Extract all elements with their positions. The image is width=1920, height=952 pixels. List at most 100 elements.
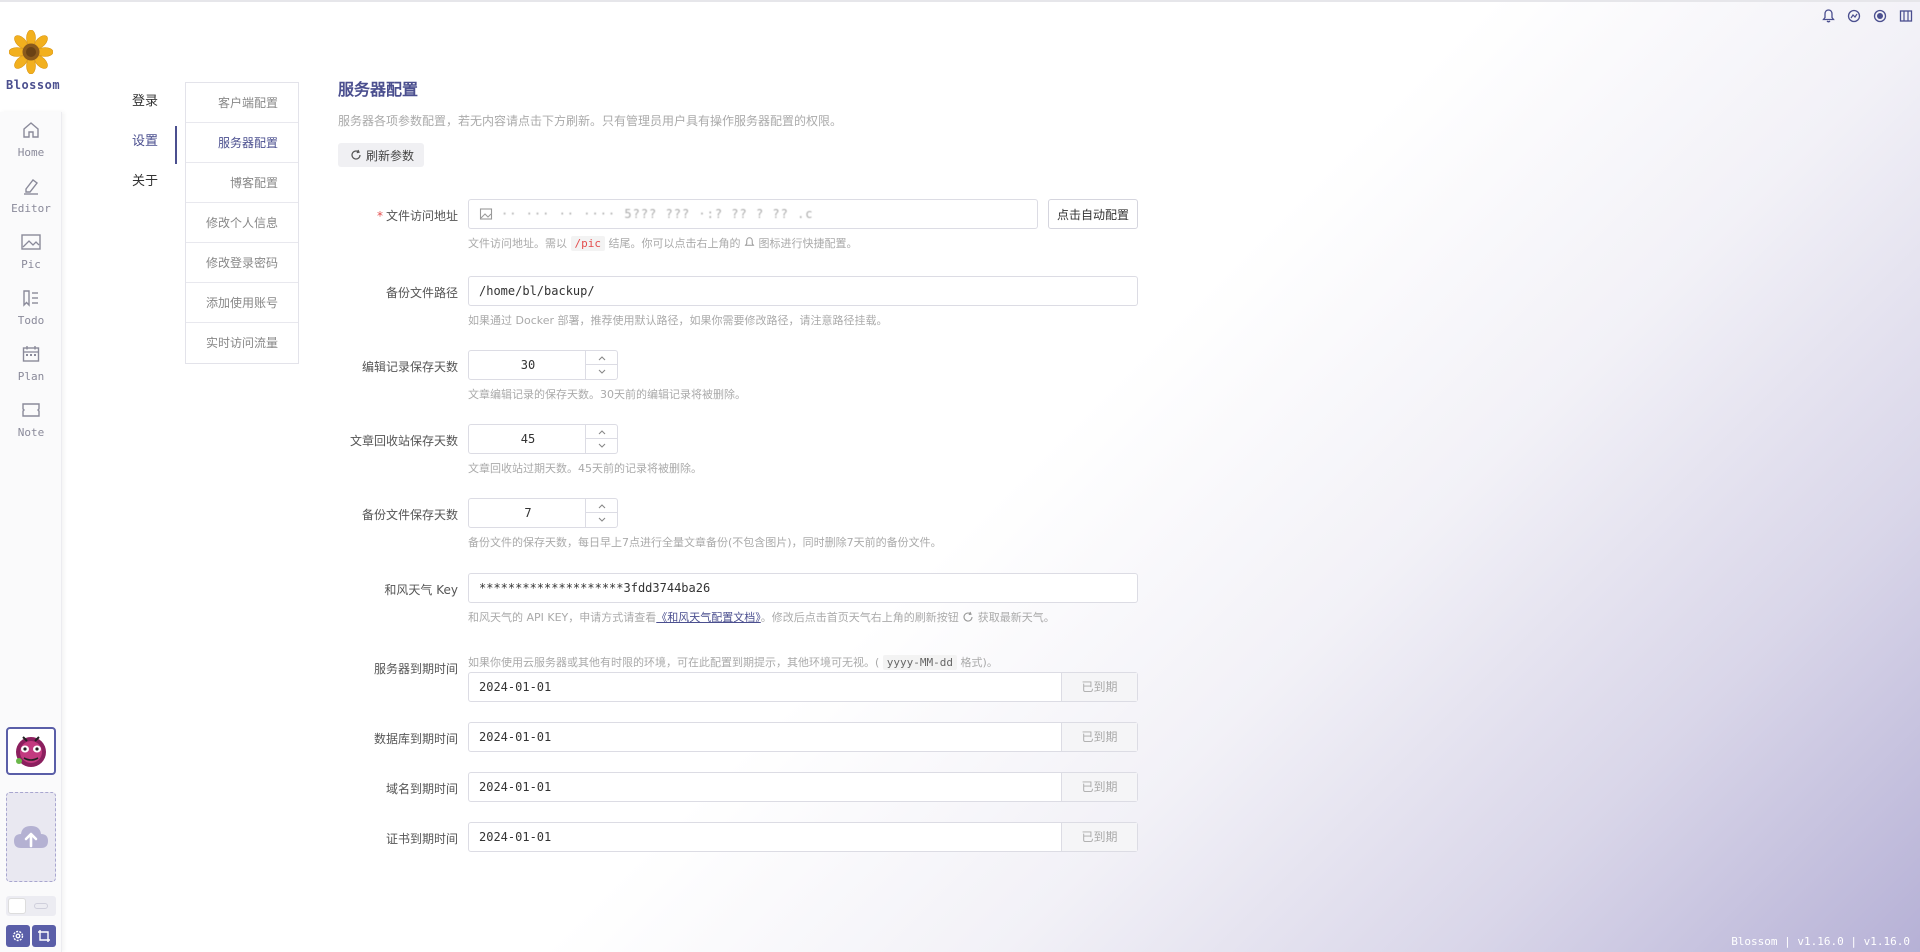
cert-expire-label: 证书到期时间 — [385, 832, 458, 846]
chevron-up-icon — [598, 355, 605, 360]
server-expire-value: 2024-01-01 — [479, 680, 552, 694]
auto-config-button[interactable]: 点击自动配置 — [1048, 199, 1138, 229]
todo-icon — [23, 290, 38, 307]
file-url-input[interactable]: ·· ··· ·· ···· 5??? ??? ·:? ?? ? ?? .c — [468, 199, 1038, 229]
crop-icon — [38, 930, 50, 942]
weather-doc-link[interactable]: 《和风天气配置文档》 — [656, 611, 761, 624]
refresh-button[interactable]: 刷新参数 — [338, 143, 425, 167]
sub-menu-client-config[interactable]: 客户端配置 — [186, 83, 298, 123]
dock-item-label: Pic — [21, 258, 41, 271]
page-description: 服务器各项参数配置，若无内容请点击下方刷新。只有管理员用户具有操作服务器配置的权… — [338, 114, 843, 128]
backup-days-label: 备份文件保存天数 — [361, 508, 458, 522]
domain-expire-status: 已到期 — [1061, 773, 1137, 801]
note-icon — [22, 403, 40, 417]
server-expire-input[interactable]: 2024-01-01 已到期 — [468, 672, 1138, 702]
chevron-up-icon — [598, 503, 605, 508]
date-format-code: yyyy-MM-dd — [882, 655, 958, 670]
sub-menu-profile[interactable]: 修改个人信息 — [186, 203, 298, 243]
edit-days-stepper[interactable]: 30 — [468, 350, 618, 380]
backup-path-help: 如果通过 Docker 部署，推荐使用默认路径，如果你需要修改路径，请注意路径挂… — [468, 314, 888, 327]
dock-item-home[interactable]: Home — [0, 120, 62, 159]
sub-menu-server-config[interactable]: 服务器配置 — [186, 123, 298, 163]
dock-item-plan[interactable]: Plan — [0, 344, 62, 383]
record-icon[interactable] — [1872, 8, 1888, 24]
dock-item-todo[interactable]: Todo — [0, 288, 62, 327]
file-url-value: ·· ··· ·· ···· 5??? ??? ·:? ?? ? ?? .c — [501, 207, 814, 221]
sub-menu-traffic[interactable]: 实时访问流量 — [186, 323, 298, 363]
sub-menu-password[interactable]: 修改登录密码 — [186, 243, 298, 283]
help-icon[interactable] — [1846, 8, 1862, 24]
cert-expire-status: 已到期 — [1061, 823, 1137, 851]
dock-item-pic[interactable]: Pic — [0, 232, 62, 271]
home-icon — [23, 122, 39, 138]
stepper-up-button[interactable] — [585, 425, 617, 439]
stepper-down-button[interactable] — [585, 439, 617, 453]
main-menu-login[interactable]: 登录 — [108, 82, 176, 122]
dock-item-label: Editor — [11, 202, 51, 215]
dock-item-label: Plan — [17, 370, 45, 383]
domain-expire-input[interactable]: 2024-01-01 已到期 — [468, 772, 1138, 802]
app-logo[interactable]: Blossom — [6, 29, 61, 92]
cert-expire-value: 2024-01-01 — [479, 830, 552, 844]
weather-key-label: 和风天气 Key — [384, 583, 458, 597]
weather-key-input[interactable]: ********************3fdd3744ba26 — [468, 573, 1138, 603]
theme-switch[interactable] — [6, 896, 56, 916]
top-divider — [0, 0, 1920, 2]
settings-sub-menu: 客户端配置 服务器配置 博客配置 修改个人信息 修改登录密码 添加使用账号 实时… — [185, 82, 299, 364]
weather-key-help: 和风天气的 API KEY，申请方式请查看《和风天气配置文档》。修改后点击首页天… — [468, 611, 1055, 624]
dock-item-note[interactable]: Note — [0, 400, 62, 439]
picture-icon — [21, 234, 41, 250]
crop-button[interactable] — [32, 925, 56, 947]
app-name: Blossom — [6, 78, 61, 92]
avatar-image — [16, 736, 46, 767]
sub-menu-add-account[interactable]: 添加使用账号 — [186, 283, 298, 323]
chevron-down-icon — [598, 369, 605, 374]
avatar[interactable] — [6, 727, 56, 775]
main-menu: 登录 设置 关于 — [108, 82, 177, 202]
page-title: 服务器配置 — [338, 80, 419, 99]
db-expire-label: 数据库到期时间 — [373, 732, 458, 746]
stepper-up-button[interactable] — [585, 499, 617, 513]
stepper-up-button[interactable] — [585, 351, 617, 365]
editor-icon — [24, 179, 38, 195]
upload-area[interactable] — [6, 792, 56, 882]
db-expire-input[interactable]: 2024-01-01 已到期 — [468, 722, 1138, 752]
bell-icon — [744, 237, 755, 246]
stepper-down-button[interactable] — [585, 513, 617, 527]
stepper-down-button[interactable] — [585, 365, 617, 379]
backup-days-help: 备份文件的保存天数，每日早上7点进行全量文章备份(不包含图片)，同时删除7天前的… — [468, 536, 942, 549]
backup-path-input[interactable]: /home/bl/backup/ — [468, 276, 1138, 306]
pic-code: /pic — [570, 236, 605, 251]
dock-item-label: Note — [17, 426, 45, 439]
cert-expire-input[interactable]: 2024-01-01 已到期 — [468, 822, 1138, 852]
main-menu-about[interactable]: 关于 — [108, 162, 176, 202]
file-url-label: * 文件访问地址 — [376, 209, 458, 223]
sub-menu-blog-config[interactable]: 博客配置 — [186, 163, 298, 203]
recycle-days-value: 45 — [520, 432, 536, 446]
recycle-days-stepper[interactable]: 45 — [468, 424, 618, 454]
bell-icon[interactable] — [1820, 8, 1836, 24]
book-icon[interactable] — [1898, 8, 1914, 24]
chevron-down-icon — [598, 517, 605, 522]
gear-icon — [12, 930, 24, 942]
chevron-up-icon — [598, 429, 605, 434]
db-expire-value: 2024-01-01 — [479, 730, 552, 744]
server-config-content: 服务器配置 服务器各项参数配置，若无内容请点击下方刷新。只有管理员用户具有操作服… — [338, 76, 1138, 852]
edit-days-value: 30 — [520, 358, 536, 372]
dock-bottom-buttons — [6, 925, 56, 947]
switch-track — [34, 903, 48, 909]
sunflower-icon — [8, 29, 54, 75]
backup-days-stepper[interactable]: 7 — [468, 498, 618, 528]
file-url-help: 文件访问地址。需以 /pic 结尾。你可以点击右上角的 图标进行快捷配置。 — [468, 236, 858, 251]
main-menu-settings[interactable]: 设置 — [108, 122, 177, 164]
edit-days-help: 文章编辑记录的保存天数。30天前的编辑记录将被删除。 — [468, 388, 746, 401]
dock-item-editor[interactable]: Editor — [0, 176, 62, 215]
refresh-icon — [963, 611, 973, 622]
version-footer: Blossom | v1.16.0 | v1.16.0 — [1731, 935, 1910, 948]
cloud-upload-icon — [14, 826, 48, 848]
left-dock: Blossom Home Editor Pic Todo Plan Note — [0, 0, 62, 952]
backup-days-value: 7 — [524, 506, 532, 520]
settings-button[interactable] — [6, 925, 30, 947]
image-icon — [479, 208, 493, 220]
refresh-icon — [351, 149, 361, 160]
